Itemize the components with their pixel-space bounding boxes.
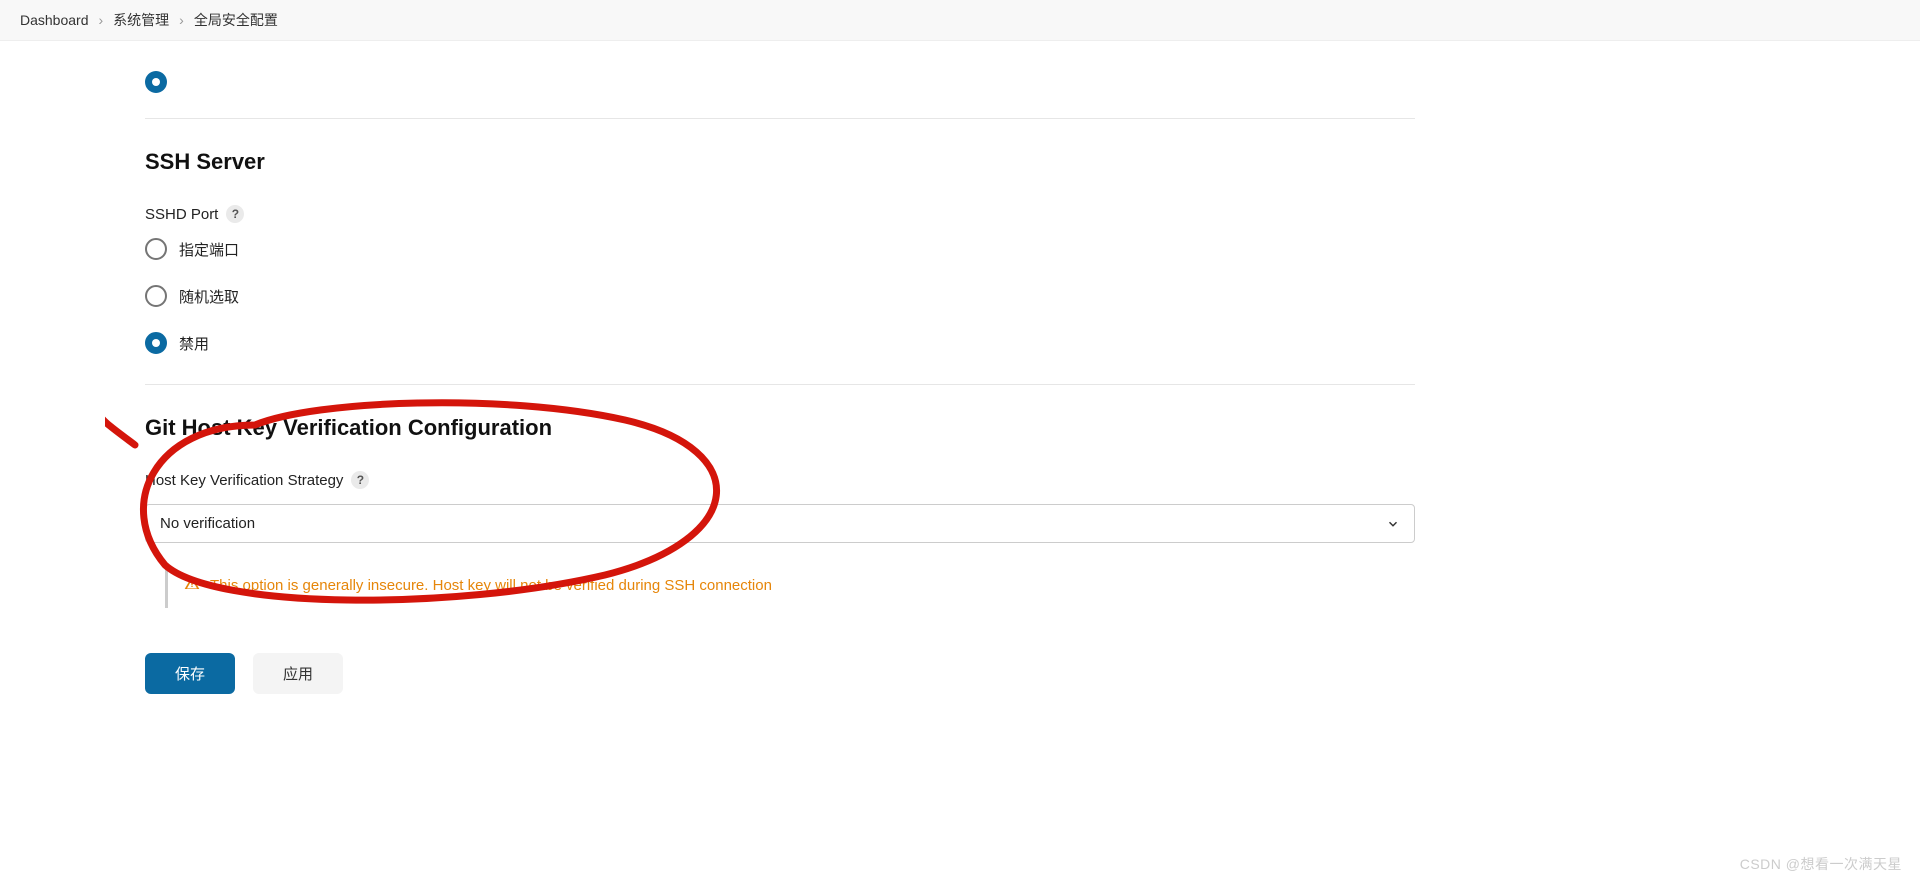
main-content: SSH Server SSHD Port ? 指定端口 随机选取 禁用 Git … [0,41,1560,774]
hostkey-strategy-select[interactable]: No verification [145,504,1415,543]
warning-text: This option is generally insecure. Host … [210,577,772,594]
radio-icon [145,285,167,307]
section-divider [145,384,1415,385]
radio-icon [145,238,167,260]
hostkey-strategy-label: Host Key Verification Strategy [145,472,343,489]
warning-icon [184,575,200,596]
chevron-right-icon: › [179,12,184,28]
form-actions: 保存 应用 [145,653,1415,694]
radio-icon [145,332,167,354]
save-button[interactable]: 保存 [145,653,235,694]
radio-option-partial[interactable] [145,71,167,93]
apply-button[interactable]: 应用 [253,653,343,694]
help-icon[interactable]: ? [226,205,244,223]
ssh-server-heading: SSH Server [145,149,1415,175]
select-value: No verification [160,515,255,532]
git-hostkey-heading: Git Host Key Verification Configuration [145,415,1415,441]
radio-label: 随机选取 [179,286,239,307]
watermark-text: CSDN @想看一次满天星 [1740,854,1902,874]
breadcrumb-item-security[interactable]: 全局安全配置 [194,10,278,30]
breadcrumb-item-system[interactable]: 系统管理 [113,10,169,30]
radio-label: 指定端口 [179,239,239,260]
help-icon[interactable]: ? [351,471,369,489]
breadcrumb: Dashboard › 系统管理 › 全局安全配置 [0,0,1920,41]
breadcrumb-item-dashboard[interactable]: Dashboard [20,12,89,28]
chevron-right-icon: › [99,12,104,28]
warning-message: This option is generally insecure. Host … [165,563,1415,608]
sshd-port-radio-group: 指定端口 随机选取 禁用 [145,238,1415,354]
sshd-port-label: SSHD Port [145,206,218,223]
radio-option-random-port[interactable]: 随机选取 [145,285,1415,307]
radio-option-fixed-port[interactable]: 指定端口 [145,238,1415,260]
chevron-down-icon [1386,517,1400,531]
radio-option-disable[interactable]: 禁用 [145,332,1415,354]
radio-label: 禁用 [179,333,209,354]
section-divider [145,118,1415,119]
